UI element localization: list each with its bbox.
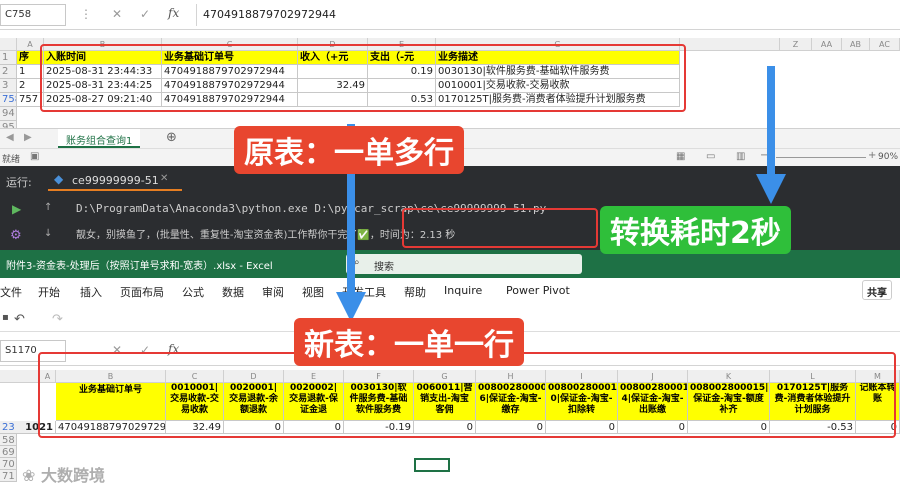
menu-file[interactable]: 文件	[0, 284, 22, 300]
share-button[interactable]: 共享	[862, 280, 892, 300]
banner-new-table: 新表：一单一行	[294, 318, 524, 366]
row-header: 69	[0, 446, 17, 458]
menu-power-pivot[interactable]: Power Pivot	[506, 284, 570, 297]
normal-view-icon[interactable]: ▦	[676, 151, 685, 162]
row-header: 58	[0, 434, 17, 446]
up-icon[interactable]: ↑	[44, 202, 52, 213]
name-box[interactable]: C758	[0, 4, 66, 26]
row-header: 70	[0, 458, 17, 470]
run-tab[interactable]: ce99999999-51	[72, 174, 159, 187]
highlight-old-table	[40, 44, 686, 112]
check-icon[interactable]: ✓	[140, 7, 150, 21]
ribbon-menu: 文件 开始 插入 页面布局 公式 数据 审阅 视图 开发工具 帮助 Inquir…	[0, 280, 900, 304]
formula-bar: C758 ⋮ ✕ ✓ fx 4704918879702972944	[0, 0, 900, 30]
row-header: 1	[0, 51, 17, 65]
zoom-in-icon[interactable]: +	[868, 150, 876, 161]
menu-home[interactable]: 开始	[38, 284, 60, 300]
menu-data[interactable]: 数据	[222, 284, 244, 300]
run-label: 运行:	[6, 176, 32, 189]
formula-input[interactable]: 4704918879702972944	[196, 4, 900, 26]
page-break-icon[interactable]: ▥	[736, 151, 745, 162]
menu-inquire[interactable]: Inquire	[444, 284, 482, 297]
run-output: 靓女，别摸鱼了，(批量性、重复性-淘宝资金表)工作帮你干完了✅，时间为：2.13…	[76, 230, 456, 241]
fx-icon[interactable]: fx	[168, 6, 179, 20]
python-icon: ◆	[54, 172, 64, 186]
search-label: 搜索	[374, 262, 394, 273]
watermark: ❀ 大数跨境	[22, 462, 105, 486]
zoom-slider[interactable]	[776, 157, 866, 158]
row-header: 758	[0, 93, 17, 107]
redo-icon[interactable]: ↷	[52, 312, 63, 327]
window-title: 附件3-资金表-处理后（按照订单号求和-宽表）.xlsx - Excel	[6, 261, 273, 272]
share-label: 共享	[867, 288, 887, 299]
page-layout-icon[interactable]: ▭	[706, 151, 715, 162]
undo-icon[interactable]: ↶	[14, 312, 25, 327]
menu-page-layout[interactable]: 页面布局	[120, 284, 164, 300]
row-header: 2	[0, 65, 17, 79]
sheet-tab[interactable]: 账务组合查询1	[58, 129, 141, 148]
row-header: 94	[0, 107, 17, 121]
save-icon[interactable]: ▪	[2, 312, 9, 323]
status-text: 就绪	[2, 155, 21, 165]
macro-icon[interactable]: ▣	[30, 151, 39, 162]
menu-formulas[interactable]: 公式	[182, 284, 204, 300]
banner-time: 转换耗时2秒	[600, 206, 791, 254]
menu-insert[interactable]: 插入	[80, 284, 102, 300]
cancel-icon[interactable]: ✕	[112, 7, 122, 21]
row-header: 3	[0, 79, 17, 93]
menu-view[interactable]: 视图	[302, 284, 324, 300]
down-icon[interactable]: ↓	[44, 228, 52, 239]
watermark-text: 大数跨境	[40, 466, 105, 485]
more-icon: ⋮	[80, 7, 92, 21]
settings-icon[interactable]: ⚙	[10, 228, 22, 243]
search-box[interactable]: ⌕ 搜索	[346, 254, 582, 274]
menu-review[interactable]: 审阅	[262, 284, 284, 300]
next-sheet-icon[interactable]: ▶	[24, 132, 32, 143]
excel-title-bar: 附件3-资金表-处理后（按照订单号求和-宽表）.xlsx - Excel ⌕ 搜…	[0, 250, 900, 278]
selected-cell[interactable]	[414, 458, 450, 472]
zoom-level: 90%	[878, 152, 899, 162]
close-tab-icon[interactable]: ✕	[160, 173, 168, 184]
tab-underline	[48, 189, 182, 191]
add-sheet-icon[interactable]: ⊕	[166, 130, 177, 145]
prev-sheet-icon[interactable]: ◀	[6, 132, 14, 143]
arrow-time	[756, 66, 786, 204]
highlight-time	[402, 208, 598, 248]
banner-old-table: 原表：一单多行	[234, 126, 464, 174]
menu-help[interactable]: 帮助	[404, 284, 426, 300]
watermark-icon: ❀	[22, 466, 36, 485]
rerun-icon[interactable]: ▶	[12, 202, 21, 216]
row-header: 71	[0, 470, 17, 482]
